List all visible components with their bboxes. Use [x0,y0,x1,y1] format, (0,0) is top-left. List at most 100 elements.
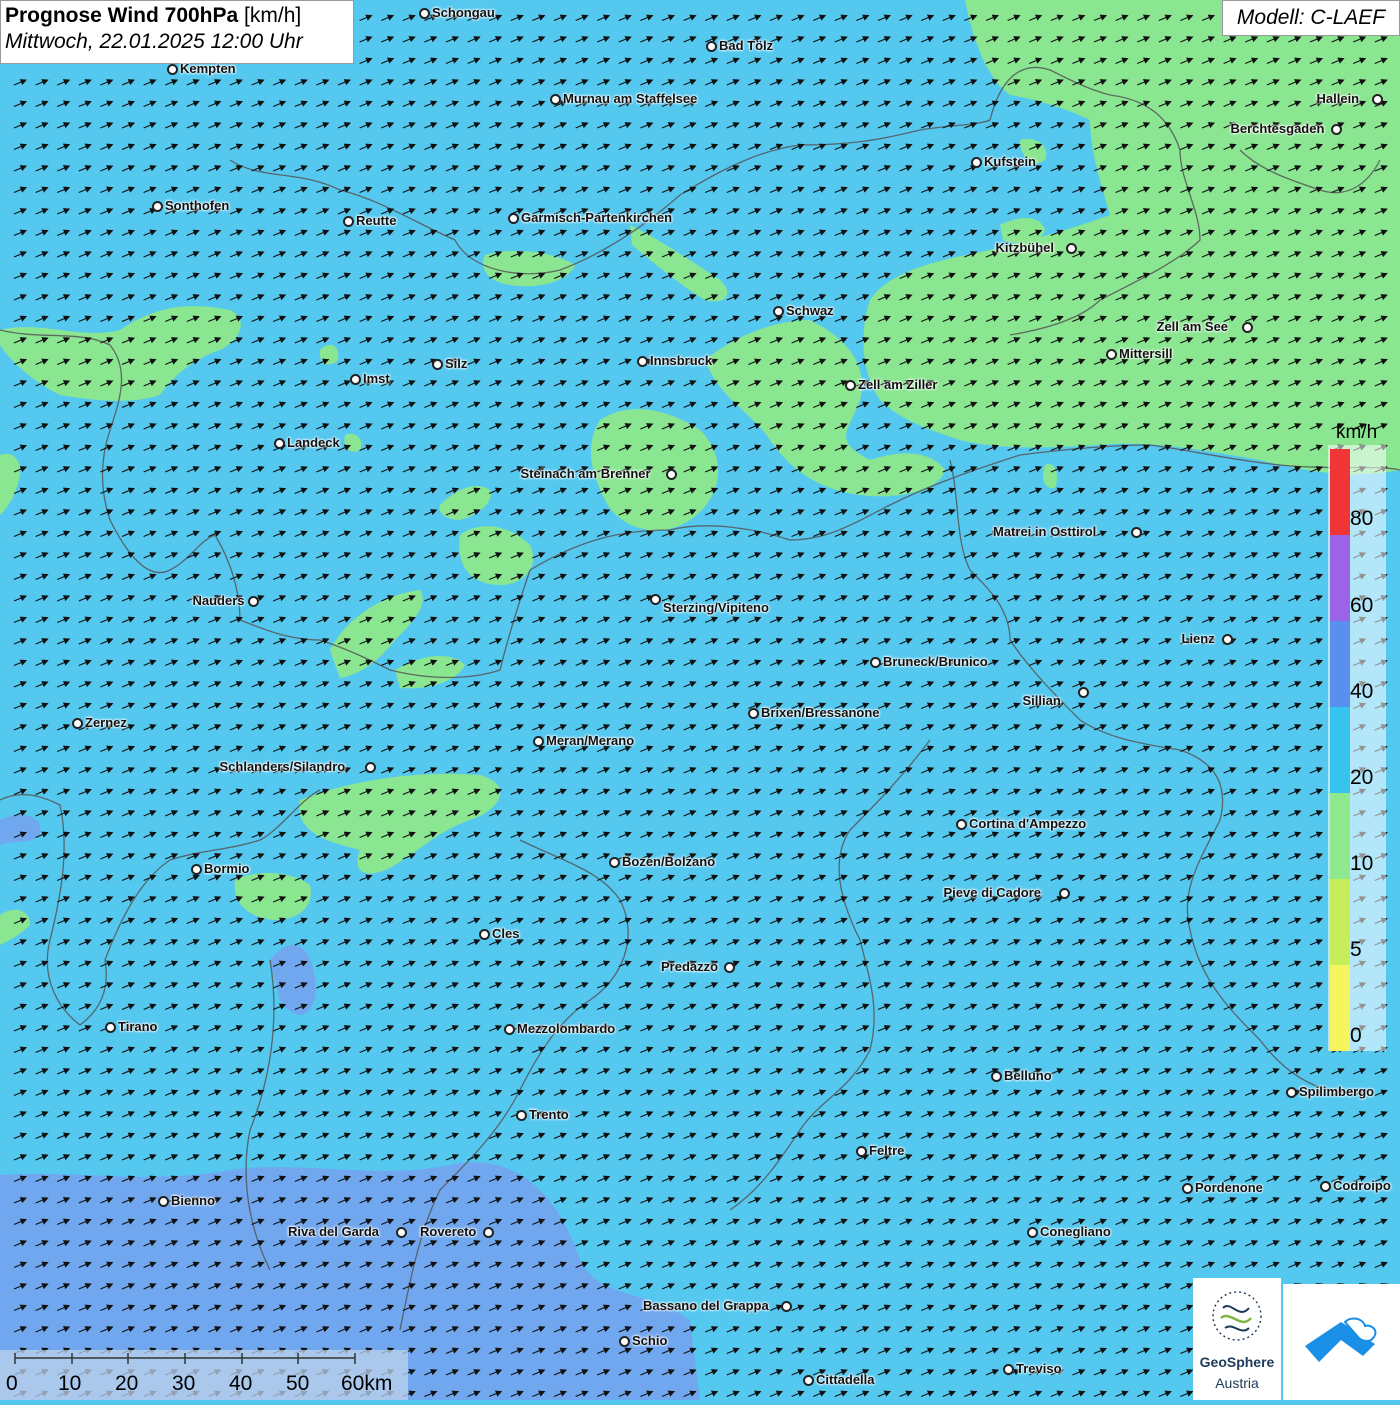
city-marker [609,857,620,868]
city-marker [158,1196,169,1207]
city-marker [248,596,259,607]
scalebar-label: 30 [172,1372,196,1395]
city-label: Sonthofen [165,198,230,213]
city-label: Predazzo [661,959,719,974]
legend-swatch [1330,707,1350,793]
city-label: Murnau am Staffelsee [563,91,698,106]
city-marker [504,1024,515,1035]
city-label: Schongau [432,5,495,20]
city-marker [706,41,717,52]
city-label: Bassano del Grappa [643,1298,769,1313]
city-label: Belluno [1004,1068,1052,1083]
legend-label: 5 [1350,938,1362,961]
city-label: Zell am See [1156,319,1229,334]
city-label: Innsbruck [650,353,713,368]
city-label: Brixen/Bressanone [761,705,880,720]
city-label: Treviso [1016,1361,1062,1376]
city-marker [1003,1364,1014,1375]
scalebar-label: 40 [229,1372,253,1395]
city-marker [483,1227,494,1238]
legend-label: 80 [1350,507,1374,530]
city-label: Bienno [171,1193,216,1208]
scalebar-label: 20 [115,1372,139,1395]
city-marker [1242,322,1253,333]
city-marker [516,1110,527,1121]
city-label: Landeck [287,435,340,450]
legend-label: 10 [1350,852,1374,875]
city-marker [396,1227,407,1238]
map-title-box: Prognose Wind 700hPa [km/h] Mittwoch, 22… [0,0,354,64]
city-marker [637,356,648,367]
city-marker [1286,1087,1297,1098]
city-label: Cles [492,926,520,941]
city-label: Codroipo [1333,1178,1391,1193]
scalebar-label: 10 [58,1372,82,1395]
city-marker [432,359,443,370]
city-label: Zernez [85,715,127,730]
city-marker [72,718,83,729]
city-label: Trento [529,1107,569,1122]
city-marker [419,8,430,19]
city-label: Reutte [356,213,397,228]
scalebar-label: 50 [286,1372,310,1395]
legend-swatch [1330,621,1350,707]
city-label: Hallein [1316,91,1360,106]
city-marker [1059,888,1070,899]
city-label: Feltre [869,1143,905,1158]
city-label: Imst [363,371,390,386]
city-label: Tirano [118,1019,158,1034]
city-label: Nauders [192,593,245,608]
city-label: Sterzing/Vipiteno [663,600,769,615]
city-marker [1106,349,1117,360]
city-marker [343,216,354,227]
city-marker [991,1071,1002,1082]
city-label: Meran/Merano [546,733,635,748]
city-marker [773,306,784,317]
city-label: Conegliano [1040,1224,1111,1239]
scalebar-label: 60km [341,1372,393,1395]
city-marker [1372,94,1383,105]
city-label: Rovereto [420,1224,477,1239]
city-marker [666,469,677,480]
map-title: Prognose Wind 700hPa [km/h] [5,4,302,27]
city-marker [533,736,544,747]
city-label: Sillian [1022,693,1061,708]
city-marker [1222,634,1233,645]
city-label: Bruneck/Brunico [883,654,988,669]
city-marker [1320,1181,1331,1192]
city-marker [1131,527,1142,538]
city-marker [971,157,982,168]
city-marker [274,438,285,449]
logo-text: GeoSphere [1199,1354,1275,1370]
city-label: Schwaz [786,303,834,318]
city-label: Steinach am Brenner [520,466,651,481]
legend-swatch [1330,879,1350,965]
legend-swatch [1330,965,1350,1051]
city-label: Kempten [180,61,236,76]
forecast-datetime: Mittwoch, 22.01.2025 12:00 Uhr [5,30,303,53]
city-label: Mezzolombardo [517,1021,616,1036]
city-label: Spilimbergo [1299,1084,1375,1099]
city-marker [619,1336,630,1347]
city-marker [845,380,856,391]
scalebar-label: 0 [6,1372,18,1395]
city-label: Schio [632,1333,668,1348]
city-marker [870,657,881,668]
city-marker [1078,687,1089,698]
city-label: Garmisch-Partenkirchen [521,210,673,225]
city-label: Zell am Ziller [858,377,938,392]
city-marker [803,1375,814,1386]
city-marker [508,213,519,224]
city-marker [365,762,376,773]
legend-label: 40 [1350,680,1374,703]
city-marker [350,374,361,385]
city-label: Lienz [1181,631,1215,646]
legend-unit: km/h [1336,422,1378,443]
city-label: Mittersill [1119,346,1173,361]
city-marker [550,94,561,105]
city-label: Bad Tölz [719,38,774,53]
legend-label: 60 [1350,594,1374,617]
city-label: Kitzbühel [995,240,1055,255]
legend-swatch [1330,535,1350,621]
logo-text: Austria [1215,1375,1259,1391]
